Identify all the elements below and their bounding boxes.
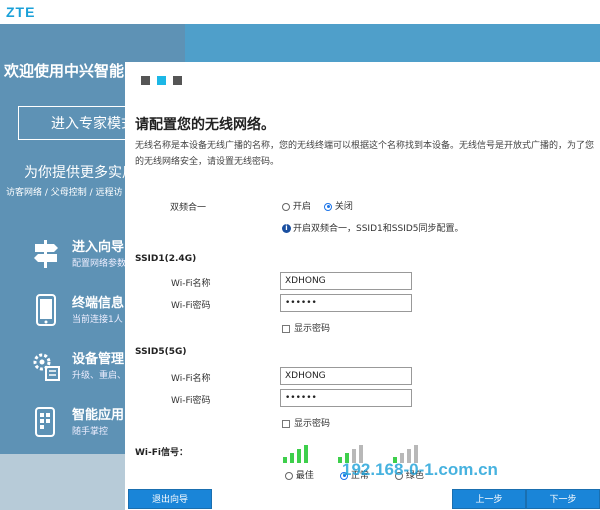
- background-header-band: [185, 24, 600, 64]
- checkbox[interactable]: [282, 419, 290, 428]
- menu-title: 智能应用: [72, 408, 125, 423]
- welcome-text: 欢迎使用中兴智能: [4, 62, 125, 80]
- signal-best-option[interactable]: 最佳: [285, 468, 314, 481]
- menu-subtitle: 升级、重启、: [72, 371, 127, 381]
- radio-button[interactable]: [282, 202, 290, 211]
- ssid1-name-input[interactable]: XDHONG: [280, 272, 412, 290]
- option-label: 开启: [292, 202, 311, 212]
- option-label: 关闭: [334, 202, 353, 212]
- signal-bar: [304, 445, 308, 463]
- top-bar: ZTE: [0, 0, 600, 25]
- checkbox-label: 显示密码: [294, 324, 331, 334]
- menu-title: 设备管理: [72, 352, 125, 367]
- radio-button[interactable]: [285, 471, 293, 480]
- ssid1-name-label: Wi-Fi名称: [171, 279, 211, 289]
- gears-icon: [33, 353, 60, 381]
- menu-subtitle: 当前连接1人: [72, 315, 123, 325]
- dual-band-label: 双频合一: [170, 203, 207, 213]
- ssid1-password-label: Wi-Fi密码: [171, 301, 211, 311]
- menu-subtitle: 配置网络参数: [72, 259, 127, 269]
- checkbox-label: 显示密码: [294, 419, 331, 429]
- menu-title: 终端信息: [72, 296, 125, 311]
- checkbox[interactable]: [282, 324, 290, 333]
- step-indicator: [141, 70, 189, 89]
- step-2-marker: [157, 76, 166, 85]
- info-icon: i: [282, 224, 291, 233]
- watermark: 192.168-0-1.com.cn: [342, 460, 498, 479]
- ssid5-password-input[interactable]: ••••••: [280, 389, 412, 407]
- zte-logo: ZTE: [6, 4, 36, 20]
- signal-best-icon: [283, 443, 319, 463]
- phone-icon: [36, 294, 56, 326]
- next-step-button[interactable]: 下一步: [526, 489, 600, 509]
- signal-bar: [283, 457, 287, 463]
- step-1-marker: [141, 76, 150, 85]
- ssid5-name-label: Wi-Fi名称: [171, 374, 211, 384]
- exit-wizard-button[interactable]: 退出向导: [128, 489, 212, 509]
- ssid5-show-password[interactable]: 显示密码: [282, 416, 330, 429]
- ssid5-name-input[interactable]: XDHONG: [280, 367, 412, 385]
- option-label: 最佳: [295, 471, 314, 481]
- wifi-signal-label: Wi-Fi信号：: [135, 448, 188, 458]
- signal-bar: [297, 449, 301, 463]
- previous-step-button[interactable]: 上一步: [452, 489, 526, 509]
- radio-button[interactable]: [324, 202, 332, 211]
- dual-band-on-option[interactable]: 开启: [282, 199, 311, 212]
- apps-icon: [35, 407, 55, 437]
- dialog-title: 请配置您的无线网络。: [135, 117, 275, 133]
- offer-subtext: 访客网络 / 父母控制 / 远程访: [6, 188, 123, 198]
- dual-band-off-option[interactable]: 关闭: [324, 199, 353, 212]
- menu-title: 进入向导: [72, 240, 125, 255]
- ssid1-password-input[interactable]: ••••••: [280, 294, 412, 312]
- dual-band-hint: i 开启双频合一，SSID1和SSID5同步配置。: [282, 221, 463, 234]
- ssid1-heading: SSID1(2.4G): [135, 254, 197, 264]
- hint-text: 开启双频合一，SSID1和SSID5同步配置。: [293, 224, 464, 234]
- dialog-description: 无线名称是本设备无线广播的名称，您的无线终端可以根据这个名称找到本设备。无线信号…: [135, 141, 595, 167]
- wifi-setup-dialog: 请配置您的无线网络。 无线名称是本设备无线广播的名称，您的无线终端可以根据这个名…: [125, 62, 600, 510]
- ssid5-heading: SSID5(5G): [135, 347, 187, 357]
- step-3-marker: [173, 76, 182, 85]
- ssid1-show-password[interactable]: 显示密码: [282, 321, 330, 334]
- menu-subtitle: 随手掌控: [72, 427, 109, 437]
- signpost-icon: [34, 240, 58, 268]
- signal-bar: [290, 453, 294, 463]
- ssid5-password-label: Wi-Fi密码: [171, 396, 211, 406]
- offer-text: 为你提供更多实用: [24, 165, 136, 181]
